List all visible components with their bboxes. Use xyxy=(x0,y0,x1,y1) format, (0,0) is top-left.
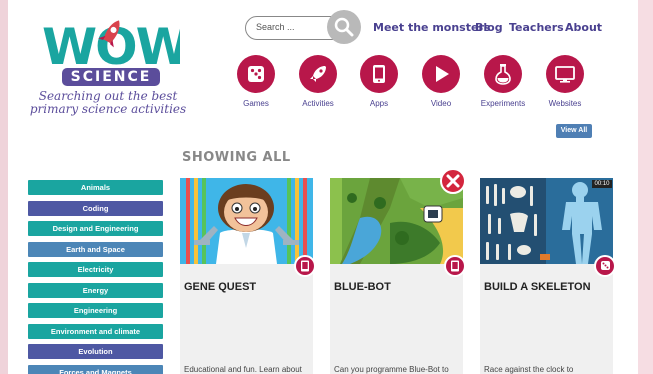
play-icon xyxy=(436,66,449,82)
card-gene-quest[interactable]: GENE QUEST Educational and fun. Learn ab… xyxy=(180,178,316,374)
card-build-a-skeleton[interactable]: 00:10 BUILD A SKELETON Race against the … xyxy=(480,178,616,374)
card-description: Race against the clock to xyxy=(484,365,574,374)
search-icon xyxy=(334,17,354,37)
tablet-icon xyxy=(301,260,309,272)
sidebar-item-animals[interactable]: Animals xyxy=(28,180,163,195)
category-label: Apps xyxy=(369,99,389,108)
card-description: Educational and fun. Learn about xyxy=(184,365,302,374)
category-websites[interactable]: Websites xyxy=(545,55,585,108)
dice-icon xyxy=(601,261,610,270)
sidebar-item-coding[interactable]: Coding xyxy=(28,200,163,216)
close-icon[interactable] xyxy=(440,168,466,194)
sidebar-item-design-and-engineering[interactable]: Design and Engineering xyxy=(28,221,163,236)
card-thumbnail xyxy=(480,178,613,264)
science-banner: SCIENCE xyxy=(62,68,160,86)
category-label: Video xyxy=(430,99,452,108)
tagline-line-2: primary science activities xyxy=(29,102,187,116)
sidebar-item-earth-and-space[interactable]: Earth and Space xyxy=(28,241,163,257)
app-type-badge xyxy=(294,255,316,277)
rocket-icon xyxy=(310,66,326,82)
game-type-badge xyxy=(594,255,616,277)
sidebar-item-engineering[interactable]: Engineering xyxy=(28,303,163,318)
category-games[interactable]: Games xyxy=(236,55,276,108)
nav-about[interactable]: About xyxy=(565,21,602,34)
logo-tagline: Searching out the best primary science a… xyxy=(28,90,188,116)
skeleton-illustration-icon xyxy=(480,178,613,264)
card-blue-bot[interactable]: BLUE-BOT Can you programme Blue-Bot to xyxy=(330,178,466,374)
app-type-badge xyxy=(444,255,466,277)
tablet-icon xyxy=(451,260,459,272)
nav-meet-the-monsters[interactable]: Meet the monsters xyxy=(373,21,490,34)
card-thumbnail xyxy=(180,178,313,264)
dice-icon xyxy=(248,66,264,82)
page: WOW SCIENCE Searching out the best prima… xyxy=(8,0,638,374)
category-label: Experiments xyxy=(480,99,526,108)
card-title: BLUE-BOT xyxy=(334,281,391,293)
sidebar-item-energy[interactable]: Energy xyxy=(28,282,163,298)
wow-logo-icon: WOW xyxy=(42,18,180,70)
flask-icon xyxy=(495,64,511,85)
sidebar-item-electricity[interactable]: Electricity xyxy=(28,262,163,277)
view-all-button[interactable]: View All xyxy=(556,124,592,138)
nav-blog[interactable]: Blog xyxy=(475,21,503,34)
site-logo[interactable]: WOW SCIENCE Searching out the best prima… xyxy=(28,8,193,118)
nav-teachers[interactable]: Teachers xyxy=(509,21,564,34)
scientist-illustration-icon xyxy=(180,178,313,264)
search-button[interactable] xyxy=(327,10,361,44)
page-left-border xyxy=(0,0,8,374)
search-placeholder: Search ... xyxy=(256,22,295,32)
countdown-timer: 00:10 xyxy=(592,180,612,188)
card-description: Can you programme Blue-Bot to xyxy=(334,365,449,374)
sidebar-item-environment-and-climate[interactable]: Environment and climate xyxy=(28,323,163,339)
monitor-icon xyxy=(555,66,575,83)
topic-sidebar: Animals Coding Design and Engineering Ea… xyxy=(28,180,163,374)
sidebar-item-evolution[interactable]: Evolution xyxy=(28,344,163,359)
category-experiments[interactable]: Experiments xyxy=(481,55,525,108)
category-video[interactable]: Video xyxy=(421,55,461,108)
category-activities[interactable]: Activities xyxy=(298,55,338,108)
category-label: Activities xyxy=(302,99,334,108)
tablet-icon xyxy=(373,65,385,83)
sidebar-item-forces-and-magnets[interactable]: Forces and Magnets xyxy=(28,364,163,374)
category-label: Websites xyxy=(548,99,582,108)
category-label: Games xyxy=(243,99,269,108)
card-title: BUILD A SKELETON xyxy=(484,281,591,293)
card-title: GENE QUEST xyxy=(184,281,257,293)
category-apps[interactable]: Apps xyxy=(359,55,399,108)
showing-heading: SHOWING ALL xyxy=(182,150,291,165)
